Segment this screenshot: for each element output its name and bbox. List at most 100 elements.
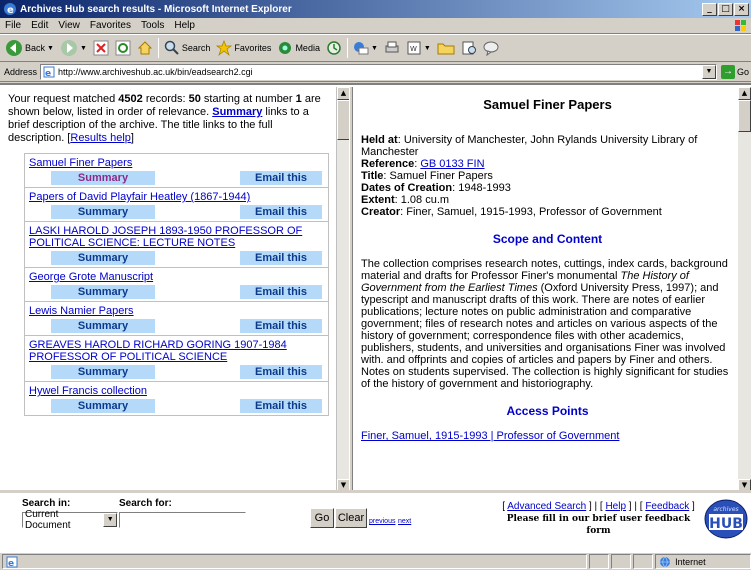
reference-link[interactable]: GB 0133 FIN — [420, 158, 484, 170]
summary-button[interactable]: Summary — [51, 319, 155, 333]
window-title-bar[interactable]: e Archives Hub search results - Microsof… — [0, 0, 751, 18]
email-this-button[interactable]: Email this — [240, 399, 322, 413]
summary-button[interactable]: Summary — [51, 365, 155, 379]
advanced-search-link[interactable]: Advanced Search — [507, 501, 586, 512]
email-this-button[interactable]: Email this — [240, 171, 322, 185]
archives-hub-logo[interactable]: archives HUB — [704, 499, 748, 539]
results-intro: Your request matched 4502 records: 50 st… — [4, 87, 326, 145]
result-title-link[interactable]: GREAVES HAROLD RICHARD GORING 1907-1984 … — [29, 339, 324, 363]
history-button[interactable] — [323, 36, 345, 60]
description-scrollbar[interactable]: ▲ ▼ — [738, 87, 751, 492]
help-link[interactable]: Help — [605, 501, 626, 512]
status-cell — [611, 554, 632, 569]
creator-label: Creator — [361, 206, 401, 218]
messenger-button[interactable] — [480, 36, 502, 60]
document-title: Samuel Finer Papers — [483, 97, 612, 112]
access-point-link[interactable]: Finer, Samuel, 1915-1993 | Professor of … — [361, 430, 734, 442]
address-input[interactable]: e http://www.archiveshub.ac.uk/bin/eadse… — [40, 63, 717, 80]
frame-divider[interactable] — [349, 87, 353, 492]
research-button[interactable] — [458, 36, 480, 60]
result-title-link[interactable]: Papers of David Playfair Heatley (1867-1… — [29, 191, 324, 203]
close-button[interactable]: × — [734, 2, 749, 16]
summary-help-link[interactable]: Summary — [212, 106, 262, 118]
menu-favorites[interactable]: Favorites — [85, 20, 136, 31]
minimize-button[interactable]: _ — [702, 2, 717, 16]
search-button[interactable]: Search — [161, 36, 214, 60]
back-button[interactable]: Back ▼ — [2, 36, 57, 60]
menu-tools[interactable]: Tools — [136, 20, 169, 31]
home-button[interactable] — [134, 36, 156, 60]
research-icon — [462, 41, 476, 55]
email-this-button[interactable]: Email this — [240, 319, 322, 333]
search-in-select[interactable]: Current Document ▼ — [22, 509, 118, 531]
search-for-input[interactable] — [119, 512, 246, 528]
next-link[interactable]: next — [398, 518, 411, 525]
refresh-button[interactable] — [112, 36, 134, 60]
search-label: Search — [181, 43, 211, 53]
results-scrollbar[interactable]: ▲ ▼ — [336, 87, 350, 492]
summary-button[interactable]: Summary — [51, 285, 155, 299]
menu-help[interactable]: Help — [169, 20, 200, 31]
summary-button[interactable]: Summary — [51, 399, 155, 413]
email-this-button[interactable]: Email this — [240, 251, 322, 265]
media-button[interactable]: Media — [274, 36, 323, 60]
favorites-button[interactable]: Favorites — [213, 36, 274, 60]
mail-dropdown-icon[interactable]: ▼ — [371, 45, 378, 52]
result-title-link[interactable]: LASKI HAROLD JOSEPH 1893-1950 PROFESSOR … — [29, 225, 324, 249]
forward-dropdown-icon[interactable]: ▼ — [80, 45, 87, 52]
maximize-button[interactable]: □ — [718, 2, 733, 16]
result-title-link[interactable]: George Grote Manuscript — [29, 271, 324, 283]
email-this-button[interactable]: Email this — [240, 205, 322, 219]
feedback-note: Please fill in our brief user feedback f… — [506, 514, 691, 536]
favorites-star-icon — [216, 40, 233, 56]
email-this-button[interactable]: Email this — [240, 365, 322, 379]
result-title-link[interactable]: Samuel Finer Papers — [29, 157, 324, 169]
scroll-thumb[interactable] — [738, 100, 751, 132]
back-dropdown-icon[interactable]: ▼ — [47, 45, 54, 52]
menu-view[interactable]: View — [53, 20, 85, 31]
search-icon — [164, 40, 179, 55]
feedback-link[interactable]: Feedback — [645, 501, 689, 512]
menu-edit[interactable]: Edit — [26, 20, 53, 31]
scroll-up-icon[interactable]: ▲ — [738, 87, 751, 100]
scope-heading: Scope and Content — [492, 232, 603, 246]
summary-button[interactable]: Summary — [51, 251, 155, 265]
search-for-label: Search for: — [119, 498, 172, 509]
menu-file[interactable]: File — [0, 20, 26, 31]
folder-button[interactable] — [434, 36, 458, 60]
address-go-button[interactable]: → Go — [719, 64, 751, 79]
result-item: George Grote Manuscript Summary Email th… — [24, 267, 329, 301]
status-cell — [633, 554, 654, 569]
summary-button[interactable]: Summary — [51, 205, 155, 219]
result-item: LASKI HAROLD JOSEPH 1893-1950 PROFESSOR … — [24, 221, 329, 267]
results-help-link[interactable]: Results help — [70, 132, 131, 144]
media-label: Media — [295, 43, 320, 53]
address-dropdown-icon[interactable]: ▼ — [701, 64, 716, 79]
print-icon — [385, 41, 399, 53]
stop-button[interactable] — [90, 36, 112, 60]
back-label: Back — [25, 43, 46, 53]
forward-button[interactable]: ▼ — [57, 36, 90, 60]
intro-text: starting at number — [200, 93, 296, 105]
result-title-link[interactable]: Lewis Namier Papers — [29, 305, 324, 317]
search-in-label: Search in: — [22, 498, 71, 509]
summary-button[interactable]: Summary — [51, 171, 155, 185]
clear-button[interactable]: Clear — [335, 508, 367, 528]
email-this-button[interactable]: Email this — [240, 285, 322, 299]
select-dropdown-icon[interactable]: ▼ — [103, 513, 117, 527]
go-button[interactable]: Go — [310, 508, 334, 528]
edit-dropdown-icon[interactable]: ▼ — [424, 45, 431, 52]
reference-label: Reference — [361, 158, 415, 170]
print-button[interactable] — [381, 36, 403, 60]
scope-text: The collection comprises research notes,… — [361, 258, 734, 390]
bottom-links: [ Advanced Search ] | [ Help ] | [ Feedb… — [502, 501, 695, 536]
mail-button[interactable]: ▼ — [350, 36, 381, 60]
held-at-value: University of Manchester, John Rylands U… — [361, 134, 698, 158]
logo-big-text: HUB — [709, 516, 743, 532]
edit-button[interactable]: W ▼ — [403, 36, 434, 60]
svg-text:e: e — [45, 69, 51, 78]
previous-link[interactable]: previous — [369, 518, 395, 525]
result-title-link[interactable]: Hywel Francis collection — [29, 385, 324, 397]
creator-value: Finer, Samuel, 1915-1993, Professor of G… — [406, 206, 662, 218]
title-label: Title — [361, 170, 384, 182]
